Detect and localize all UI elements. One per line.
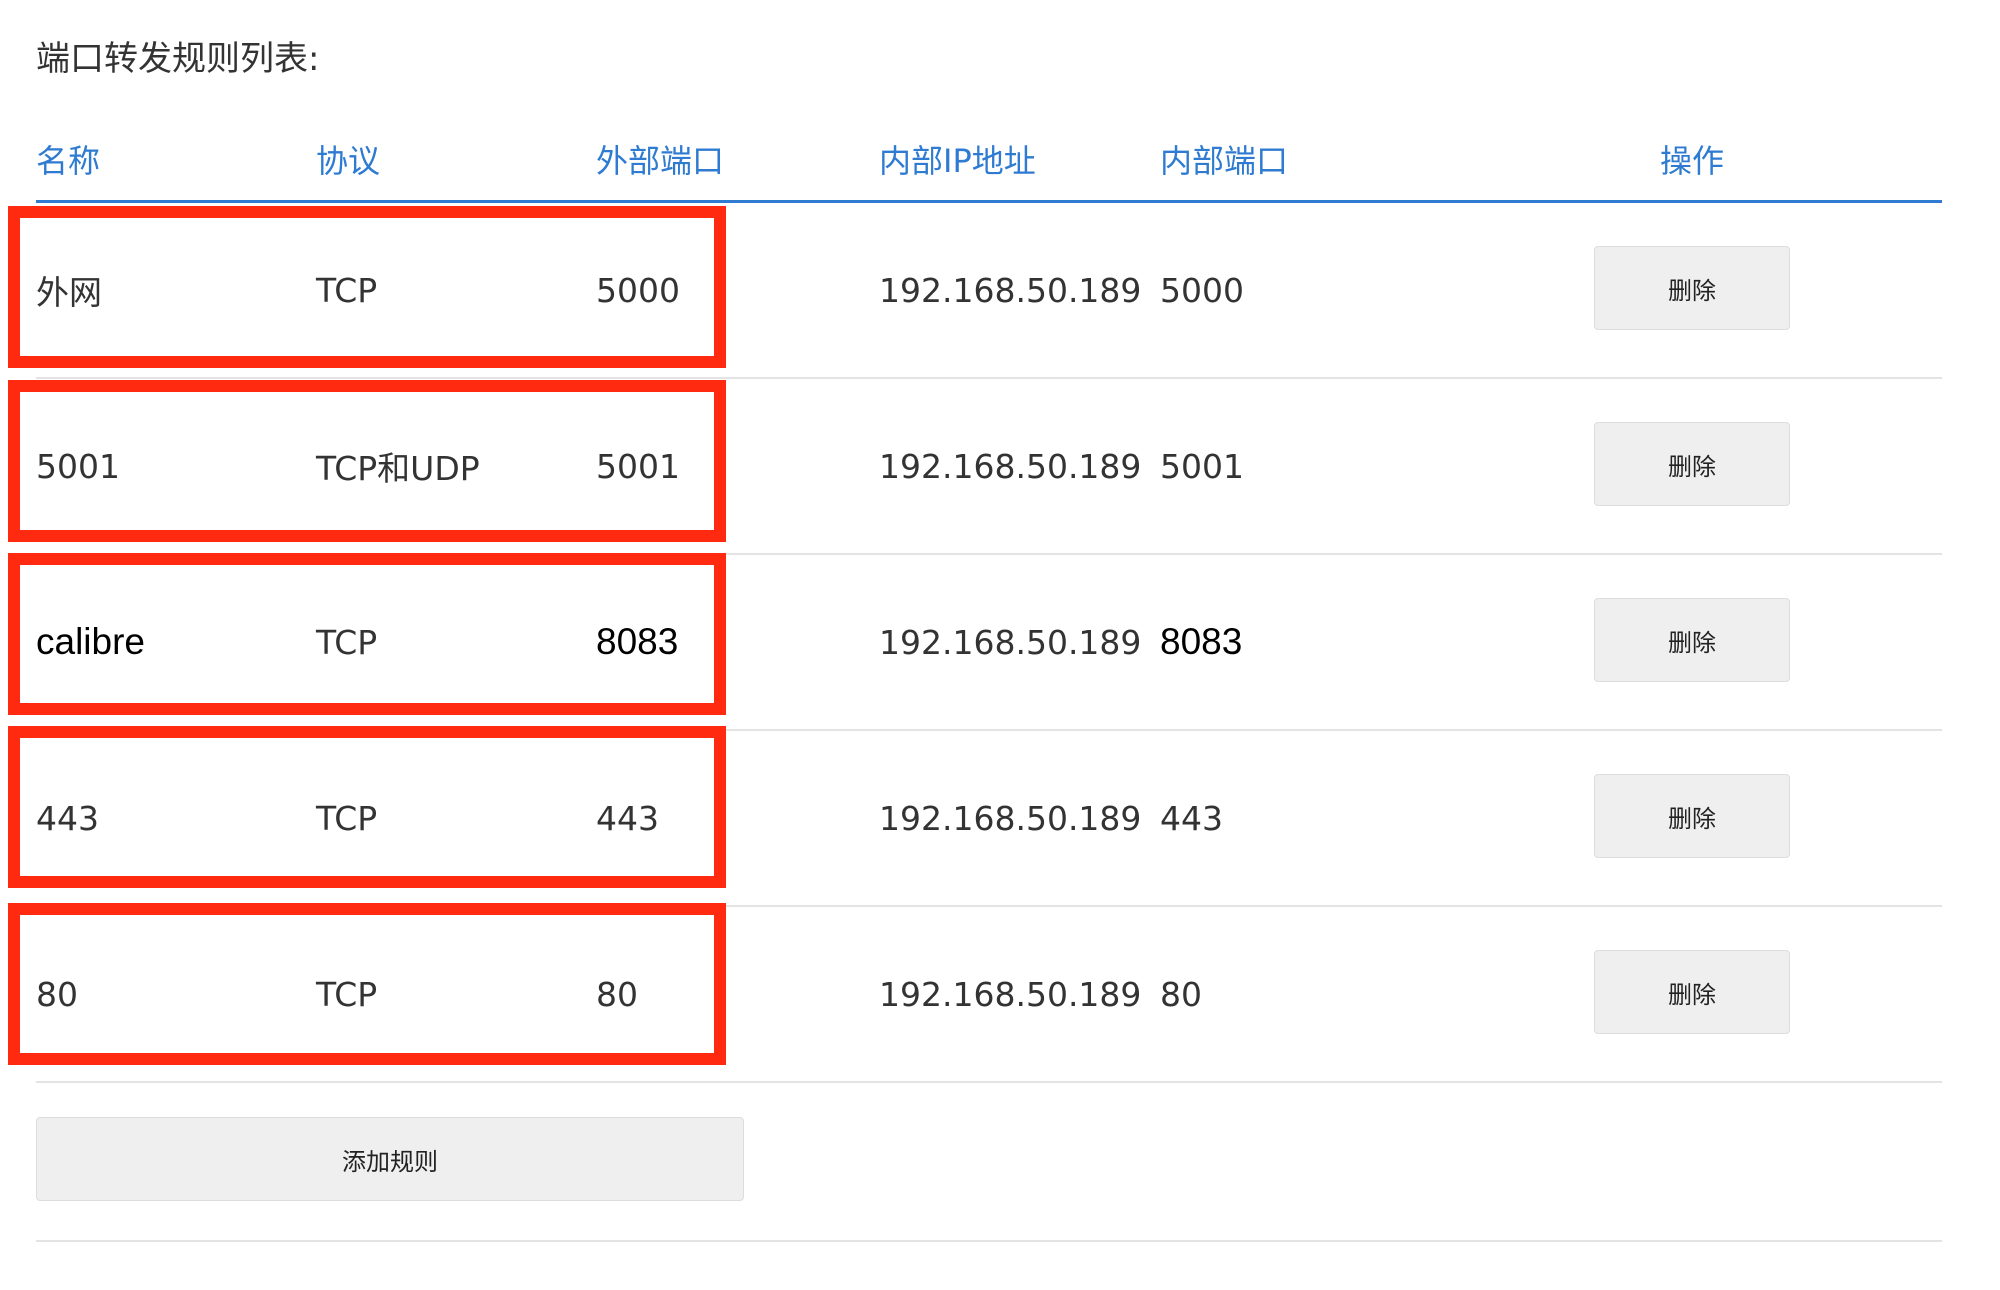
delete-button[interactable]: 删除 [1594, 950, 1790, 1034]
delete-button[interactable]: 删除 [1594, 422, 1790, 506]
cell-name: 443 [36, 798, 99, 838]
cell-name: calibre [36, 621, 145, 662]
delete-button[interactable]: 删除 [1594, 774, 1790, 858]
cell-internal-ip: 192.168.50.189 [879, 798, 1142, 838]
table-header: 名称 协议 外部端口 内部IP地址 内部端口 操作 [36, 130, 1942, 203]
column-header-name: 名称 [36, 142, 101, 180]
cell-protocol: TCP [316, 622, 378, 662]
cell-protocol: TCP [316, 270, 378, 310]
cell-external-port: 8083 [596, 621, 679, 662]
delete-button[interactable]: 删除 [1594, 598, 1790, 682]
cell-external-port: 80 [596, 974, 638, 1014]
cell-external-port: 443 [596, 798, 659, 838]
delete-button[interactable]: 删除 [1594, 246, 1790, 330]
table-row: 80 TCP 80 192.168.50.189 80 删除 [36, 907, 1942, 1083]
add-rule-button[interactable]: 添加规则 [36, 1117, 744, 1201]
column-header-internal-port: 内部端口 [1160, 142, 1289, 180]
table-row: 5001 TCP和UDP 5001 192.168.50.189 5001 删除 [36, 379, 1942, 555]
table-row: calibre TCP 8083 192.168.50.189 8083 删除 [36, 555, 1942, 731]
cell-internal-port: 8083 [1160, 621, 1243, 662]
column-header-external-port: 外部端口 [596, 142, 725, 180]
port-forwarding-table: 名称 协议 外部端口 内部IP地址 内部端口 操作 外网 TCP 5000 19… [36, 130, 1942, 1083]
cell-internal-ip: 192.168.50.189 [879, 270, 1142, 310]
cell-internal-ip: 192.168.50.189 [879, 622, 1142, 662]
table-row: 外网 TCP 5000 192.168.50.189 5000 删除 [36, 203, 1942, 379]
cell-name: 80 [36, 974, 78, 1014]
cell-protocol: TCP [316, 798, 378, 838]
cell-external-port: 5000 [596, 270, 680, 310]
column-header-internal-ip: 内部IP地址 [879, 142, 1036, 180]
cell-name: 5001 [36, 446, 120, 486]
cell-internal-port: 5000 [1160, 270, 1244, 310]
column-header-protocol: 协议 [316, 142, 381, 180]
cell-internal-port: 5001 [1160, 446, 1244, 486]
cell-internal-port: 80 [1160, 974, 1202, 1014]
table-row: 443 TCP 443 192.168.50.189 443 删除 [36, 731, 1942, 907]
column-header-action: 操作 [1660, 142, 1725, 180]
divider [36, 1240, 1942, 1242]
cell-external-port: 5001 [596, 446, 680, 486]
section-title: 端口转发规则列表: [36, 39, 320, 79]
cell-protocol: TCP和UDP [316, 449, 480, 488]
cell-protocol: TCP [316, 974, 378, 1014]
cell-internal-ip: 192.168.50.189 [879, 974, 1142, 1014]
cell-name: 外网 [36, 273, 102, 312]
cell-internal-ip: 192.168.50.189 [879, 446, 1142, 486]
cell-internal-port: 443 [1160, 798, 1223, 838]
